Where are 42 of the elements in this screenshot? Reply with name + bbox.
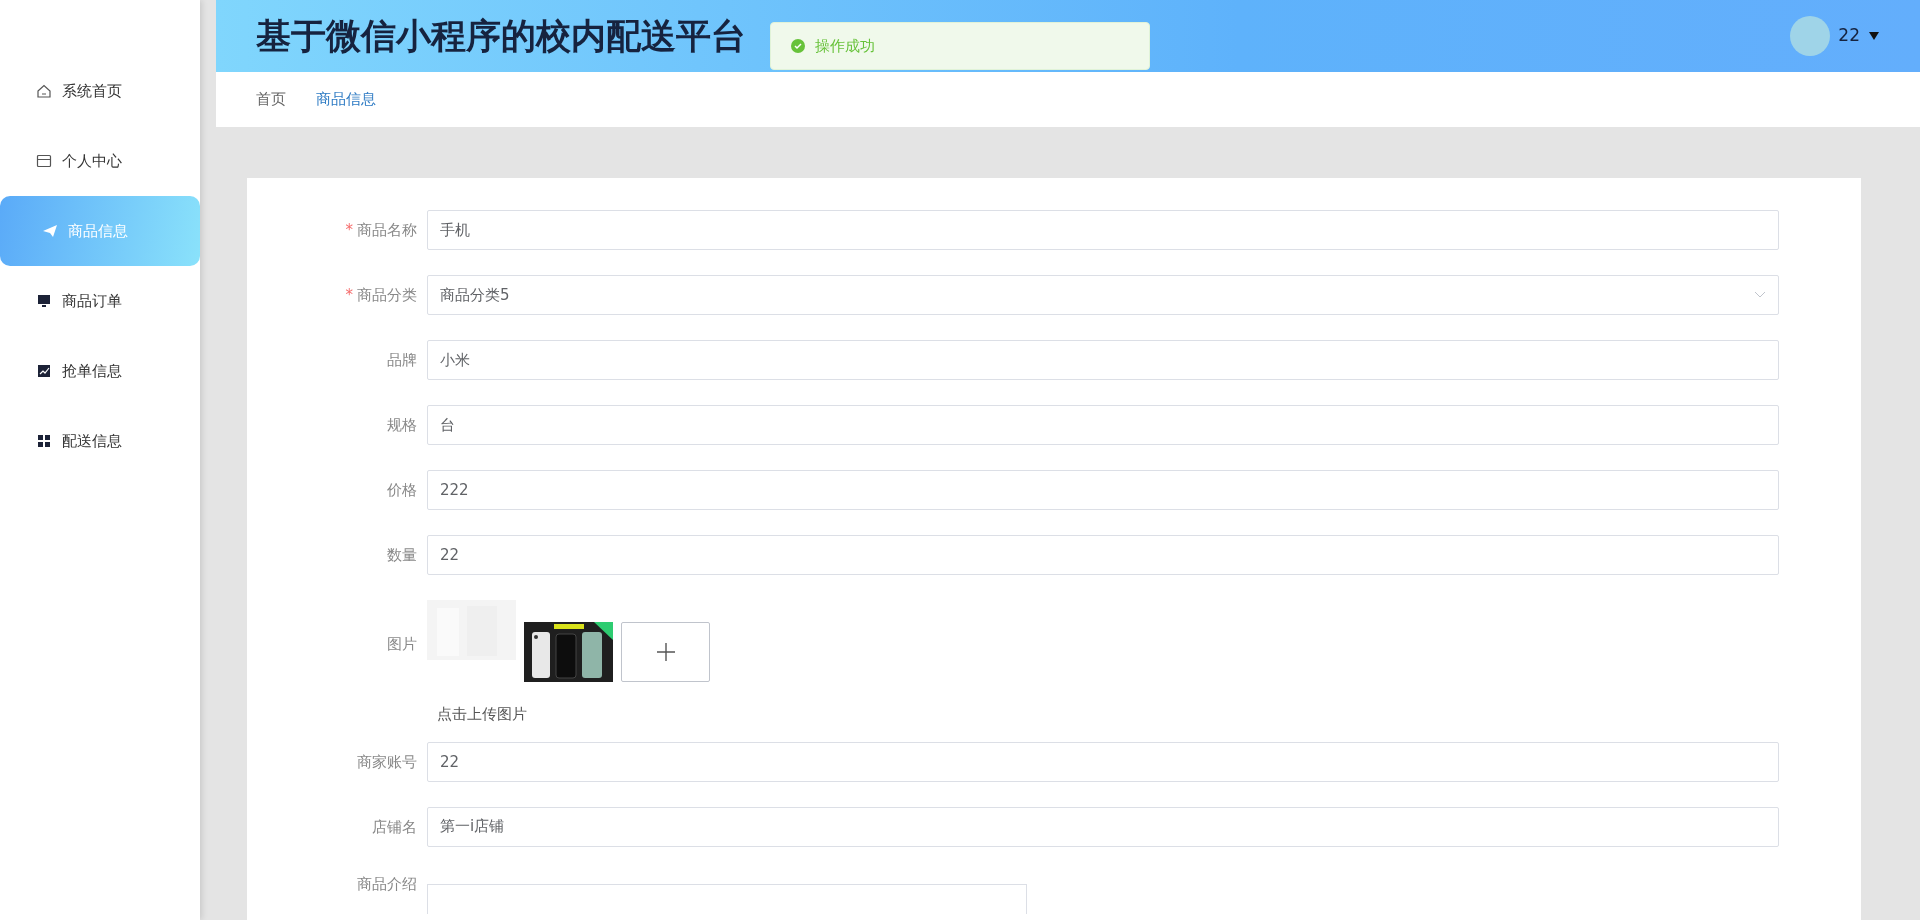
sidebar-item[interactable]: 配送信息 <box>0 406 200 476</box>
field-label: 规格 <box>386 415 418 436</box>
breadcrumb-link[interactable]: 商品信息 <box>316 88 376 111</box>
field-label: 数量 <box>386 545 418 566</box>
chart-icon <box>36 363 52 379</box>
upload-hint: 点击上传图片 <box>437 704 527 725</box>
caret-icon[interactable] <box>1868 31 1880 41</box>
success-icon <box>791 39 805 53</box>
upload-button[interactable] <box>621 622 710 682</box>
breadcrumb-link[interactable]: 首页 <box>256 88 286 111</box>
page-title: 基于微信小程序的校内配送平台 <box>256 14 746 58</box>
text-field[interactable]: 22 <box>427 741 1779 782</box>
sidebar-item[interactable]: 个人中心 <box>0 126 200 196</box>
text-field[interactable]: 222 <box>427 470 1779 510</box>
grid-icon <box>36 433 52 449</box>
card-icon <box>36 153 52 169</box>
field-label: 店铺名 <box>371 816 418 838</box>
select-field[interactable]: 商品分类5 <box>427 275 1779 315</box>
home-icon <box>36 83 52 99</box>
send-icon <box>42 223 58 239</box>
field-label: 价格 <box>386 480 418 501</box>
plus-icon <box>655 642 676 662</box>
text-area[interactable] <box>427 883 1027 914</box>
field-label: 商品介绍 <box>356 873 418 895</box>
toast-message: 操作成功 <box>770 22 1150 70</box>
sidebar-item[interactable]: 系统首页 <box>0 56 200 126</box>
monitor-icon <box>36 293 52 309</box>
field-label: 商家账号 <box>356 751 418 773</box>
text-field[interactable]: 第一i店铺 <box>427 806 1779 847</box>
field-label: * 商品名称 <box>344 220 418 241</box>
field-label: * 商品分类 <box>344 285 418 306</box>
field-label: 图片 <box>386 634 418 655</box>
chevron-down-icon <box>1754 291 1766 299</box>
text-field[interactable]: 台 <box>427 405 1779 445</box>
text-field[interactable]: 小米 <box>427 340 1779 380</box>
text-field[interactable]: 22 <box>427 535 1779 575</box>
avatar <box>1790 16 1831 56</box>
field-label: 品牌 <box>386 350 418 371</box>
text-field[interactable]: 手机 <box>427 210 1779 250</box>
sidebar-item[interactable]: 抢单信息 <box>0 336 200 406</box>
user-menu[interactable]: 22 <box>1838 23 1860 49</box>
sidebar-item[interactable]: 商品订单 <box>0 266 200 336</box>
